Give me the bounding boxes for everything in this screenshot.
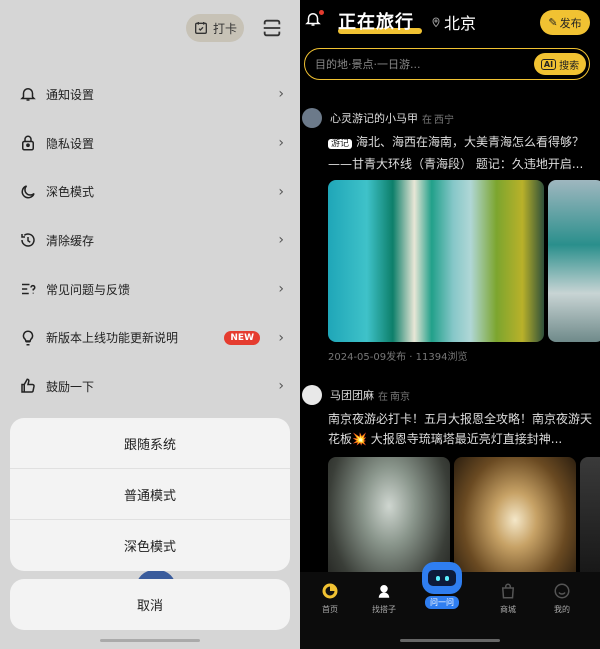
- settings-screen: 打卡 通知设置 › 隐私设置 › 深色模式 › 清除缓存 › 常见问题与反馈 ›: [0, 0, 300, 649]
- publish-button[interactable]: ✎ 发布: [540, 10, 590, 35]
- home-indicator: [100, 639, 200, 642]
- tab-label: 商城: [500, 605, 516, 614]
- feed-post[interactable]: 心灵游记的小马甲 在 西宁 游记 海北、海西在海南，大美青海怎么看得够？——甘青大…: [300, 108, 600, 363]
- location-pin-icon: [432, 17, 440, 28]
- settings-list: 通知设置 › 隐私设置 › 深色模式 › 清除缓存 › 常见问题与反馈 › 新版…: [0, 70, 300, 411]
- profile-icon: [553, 582, 571, 600]
- pencil-icon: ✎: [548, 16, 558, 29]
- chevron-right-icon: ›: [278, 232, 284, 249]
- setting-label: 鼓励一下: [46, 379, 95, 394]
- post-location: 南京: [390, 391, 410, 403]
- lock-icon: [18, 133, 38, 153]
- chevron-right-icon: ›: [278, 135, 284, 152]
- shop-icon: [499, 582, 517, 600]
- post-author[interactable]: 马团团麻: [330, 387, 374, 403]
- ai-icon: AI: [540, 58, 557, 70]
- post-author[interactable]: 心灵游记的小马甲: [330, 110, 418, 126]
- setting-faq[interactable]: 常见问题与反馈 ›: [0, 265, 300, 314]
- location-selector[interactable]: 北京: [430, 10, 476, 34]
- location-label: 北京: [444, 14, 477, 33]
- tab-label: 问一问: [425, 596, 459, 609]
- tab-ask[interactable]: 问一问: [420, 562, 464, 612]
- publish-label: 发布: [559, 16, 582, 30]
- tab-home[interactable]: 首页: [300, 582, 360, 622]
- chevron-right-icon: ›: [278, 378, 284, 395]
- calendar-check-icon: [194, 22, 207, 34]
- search-button-label: 搜索: [559, 60, 580, 72]
- scan-icon: [263, 19, 281, 37]
- tab-label: 找搭子: [372, 605, 396, 614]
- new-badge: NEW: [224, 330, 260, 345]
- post-location: 西宁: [434, 114, 454, 126]
- post-text: 游记 海北、海西在海南，大美青海怎么看得够？——甘青大环线（青海段） 题记：久违地…: [328, 135, 585, 171]
- buddy-icon: [375, 582, 393, 600]
- clock-clear-icon: [18, 230, 38, 250]
- post-image-aerial[interactable]: [548, 180, 600, 342]
- search-input[interactable]: 目的地·景点·一日游...: [315, 56, 534, 72]
- faq-icon: [18, 279, 38, 299]
- travelogue-tag: 游记: [328, 139, 353, 149]
- thumb-up-icon: [18, 376, 38, 396]
- tab-shop[interactable]: 商城: [478, 582, 538, 622]
- avatar[interactable]: [302, 385, 322, 405]
- post-text: 南京夜游必打卡！五月大报恩全攻略！南京夜游天花板💥 大报恩寺琉璃塔最近亮灯直接封…: [328, 412, 593, 446]
- setting-label: 清除缓存: [46, 233, 95, 248]
- option-follow-system[interactable]: 跟随系统: [10, 418, 290, 469]
- search-button[interactable]: AI 搜索: [534, 53, 586, 75]
- notification-button[interactable]: [304, 10, 324, 30]
- chevron-right-icon: ›: [278, 281, 284, 298]
- post-location-prefix: 在: [422, 114, 432, 126]
- setting-notification[interactable]: 通知设置 ›: [0, 70, 300, 119]
- bottom-tab-bar: 首页 找搭子 问一问 商城 我的: [300, 562, 600, 649]
- avatar[interactable]: [302, 108, 322, 128]
- dark-mode-action-sheet: 跟随系统 普通模式 深色模式: [10, 418, 290, 571]
- chevron-right-icon: ›: [278, 183, 284, 200]
- search-bar[interactable]: 目的地·景点·一日游... AI 搜索: [304, 48, 590, 80]
- ai-bot-icon: [422, 562, 462, 594]
- post-location-prefix: 在: [378, 391, 388, 403]
- chevron-right-icon: ›: [278, 86, 284, 103]
- moon-icon: [18, 182, 38, 202]
- setting-label: 新版本上线功能更新说明: [46, 331, 179, 346]
- tab-find-buddy[interactable]: 找搭子: [354, 582, 414, 622]
- post-image-strip[interactable]: [300, 180, 600, 342]
- checkin-button[interactable]: 打卡: [186, 14, 244, 42]
- page-title: 正在旅行: [338, 12, 414, 33]
- scan-button[interactable]: [258, 14, 286, 42]
- home-indicator: [400, 639, 500, 642]
- setting-label: 通知设置: [46, 87, 95, 102]
- checkin-label: 打卡: [212, 21, 237, 36]
- chevron-right-icon: ›: [278, 329, 284, 346]
- setting-label: 深色模式: [46, 185, 95, 200]
- setting-release-notes[interactable]: 新版本上线功能更新说明 NEW ›: [0, 313, 300, 362]
- unread-dot: [319, 10, 324, 15]
- tab-label: 我的: [554, 605, 570, 614]
- option-dark-mode[interactable]: 深色模式: [10, 520, 290, 571]
- setting-dark-mode[interactable]: 深色模式 ›: [0, 167, 300, 216]
- bulb-icon: [18, 328, 38, 348]
- setting-clear-cache[interactable]: 清除缓存 ›: [0, 216, 300, 265]
- cancel-button[interactable]: 取消: [10, 579, 290, 630]
- travel-feed-screen: 正在旅行 北京 ✎ 发布 目的地·景点·一日游... AI 搜索 心灵游记的小马…: [300, 0, 600, 649]
- bell-icon: [18, 84, 38, 104]
- post-meta: 2024-05-09发布 · 11394浏览: [328, 352, 468, 363]
- setting-label: 隐私设置: [46, 136, 95, 151]
- home-icon: [321, 582, 339, 600]
- option-normal-mode[interactable]: 普通模式: [10, 469, 290, 520]
- tab-profile[interactable]: 我的: [532, 582, 592, 622]
- setting-privacy[interactable]: 隐私设置 ›: [0, 119, 300, 168]
- setting-encourage[interactable]: 鼓励一下 ›: [0, 362, 300, 411]
- tab-label: 首页: [322, 605, 338, 614]
- post-image-lake[interactable]: [328, 180, 544, 342]
- setting-label: 常见问题与反馈: [46, 282, 131, 297]
